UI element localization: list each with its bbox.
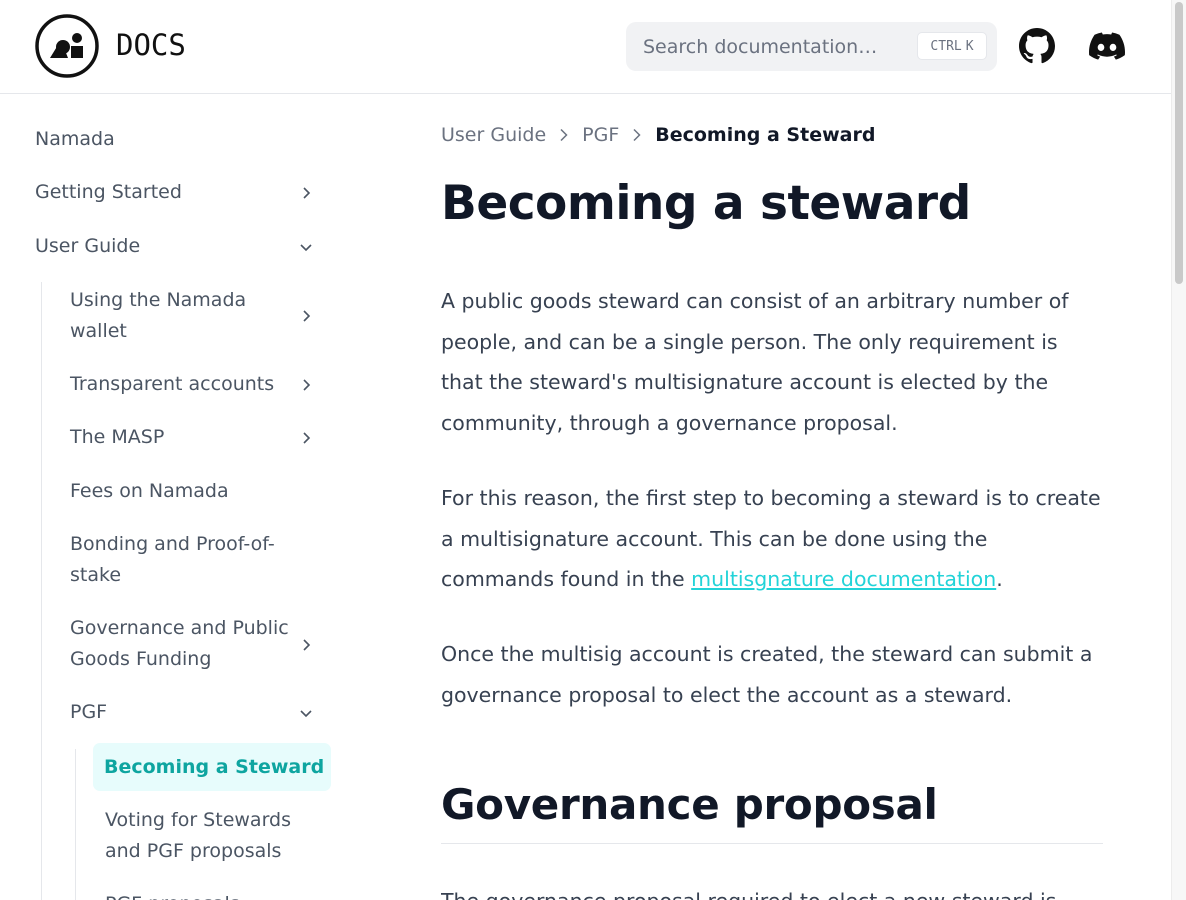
heading-divider	[441, 843, 1103, 844]
chevron-right-icon[interactable]	[299, 309, 313, 323]
chevron-right-icon[interactable]	[299, 378, 313, 392]
sidebar-item-becoming-steward[interactable]: Becoming a Steward	[93, 743, 331, 791]
sidebar-item-label: Becoming a Steward	[104, 756, 325, 778]
shortcut-key: K	[965, 38, 974, 54]
sidebar-item-transparent-accounts[interactable]: Transparent accounts	[70, 369, 274, 400]
multisig-docs-link[interactable]: multisgnature documentation	[691, 567, 996, 591]
sidebar-item-label: Fees on Namada	[70, 480, 229, 502]
sidebar-item-label: Namada	[35, 128, 115, 150]
brand-name[interactable]: DOCS	[116, 28, 186, 62]
sidebar-item-label: PGF proposals	[105, 889, 240, 900]
sidebar-item-getting-started[interactable]: Getting Started	[35, 177, 315, 208]
paragraph-submit-proposal: Once the multisig account is created, th…	[441, 642, 1093, 707]
chevron-right-icon[interactable]	[299, 638, 313, 652]
sidebar-item-label: Transparent accounts	[70, 373, 275, 395]
sidebar-item-pgf[interactable]: PGF	[70, 697, 107, 728]
namada-logo[interactable]	[35, 14, 99, 78]
chevron-right-icon[interactable]	[299, 431, 313, 445]
section-heading-governance-proposal: Governance proposal	[441, 780, 938, 829]
sidebar-item-label: Voting for Stewards and PGF proposals	[105, 809, 292, 862]
breadcrumb-item-pgf[interactable]: PGF	[582, 124, 619, 146]
sidebar-item-label: Using the Namada wallet	[70, 289, 247, 342]
nav-rail	[41, 282, 42, 900]
page-scrollbar[interactable]	[1171, 0, 1186, 900]
scrollbar-thumb[interactable]	[1175, 2, 1183, 284]
breadcrumb-item-user-guide[interactable]: User Guide	[441, 124, 546, 146]
sidebar-item-label: Bonding and Proof-of-stake	[70, 533, 275, 586]
sidebar-item-bonding[interactable]: Bonding and Proof-of-stake	[70, 529, 300, 591]
search-shortcut: CTRL K	[917, 32, 987, 60]
search-input[interactable]	[626, 22, 923, 71]
sidebar-item-pgf-proposals[interactable]: PGF proposals	[105, 889, 240, 900]
sidebar-item-governance[interactable]: Governance and Public Goods Funding	[70, 613, 295, 675]
sidebar-item-label: User Guide	[35, 235, 141, 257]
breadcrumb-current: Becoming a Steward	[655, 124, 876, 146]
chevron-down-icon[interactable]	[299, 240, 313, 254]
sidebar-item-fees[interactable]: Fees on Namada	[70, 476, 229, 507]
chevron-right-icon	[560, 128, 568, 142]
shortcut-ctrl: CTRL	[930, 38, 962, 54]
chevron-right-icon[interactable]	[299, 186, 313, 200]
github-icon	[1019, 28, 1055, 64]
sidebar-item-user-guide[interactable]: User Guide	[35, 231, 140, 262]
page-title: Becoming a steward	[441, 176, 971, 231]
paragraph-first-step: For this reason, the first step to becom…	[441, 478, 1103, 600]
breadcrumb: User Guide PGF Becoming a Steward	[441, 124, 875, 146]
top-navbar: DOCS CTRL K	[0, 0, 1171, 94]
github-link[interactable]	[1019, 28, 1055, 64]
sidebar-item-label: The MASP	[70, 426, 165, 448]
chevron-down-icon[interactable]	[299, 706, 313, 720]
sidebar-nav: Namada Getting Started User Guide Using …	[0, 94, 345, 900]
chevron-right-icon	[633, 128, 641, 142]
sidebar-item-voting[interactable]: Voting for Stewards and PGF proposals	[105, 805, 310, 867]
paragraph-intro: A public goods steward can consist of an…	[441, 289, 1069, 435]
sidebar-item-namada[interactable]: Namada	[35, 124, 115, 155]
discord-link[interactable]	[1089, 28, 1125, 64]
paragraph-text-end: .	[996, 567, 1003, 592]
nav-rail-nested	[75, 749, 76, 900]
search-box[interactable]: CTRL K	[626, 22, 997, 71]
sidebar-item-namada-wallet[interactable]: Using the Namada wallet	[70, 285, 275, 347]
sidebar-item-masp[interactable]: The MASP	[70, 422, 164, 453]
discord-icon	[1089, 32, 1125, 60]
sidebar-item-label: PGF	[70, 701, 108, 723]
main-content: User Guide PGF Becoming a Steward Becomi…	[441, 94, 1103, 900]
paragraph-proposal-requirements: The governance proposal required to elec…	[441, 881, 1103, 900]
sidebar-item-label: Governance and Public Goods Funding	[70, 617, 289, 670]
sidebar-item-label: Getting Started	[35, 181, 182, 203]
